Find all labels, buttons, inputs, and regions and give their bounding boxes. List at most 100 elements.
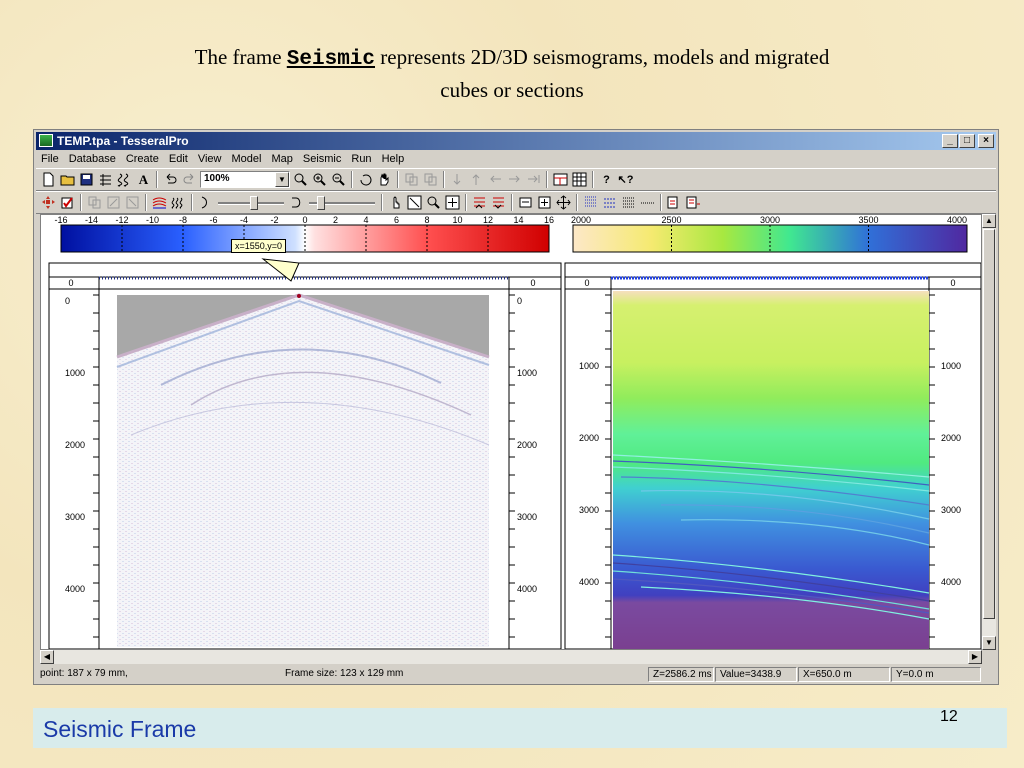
magnifier-icon[interactable] bbox=[425, 194, 442, 211]
crosshair-icon[interactable] bbox=[444, 194, 461, 211]
move-left-icon[interactable] bbox=[487, 171, 504, 188]
gain-slider[interactable] bbox=[216, 194, 286, 211]
status-point: point: 187 x 79 mm, bbox=[40, 668, 128, 679]
move-down-icon[interactable] bbox=[449, 171, 466, 188]
gain-icon[interactable] bbox=[197, 194, 214, 211]
pointer-hand-icon[interactable] bbox=[387, 194, 404, 211]
model-depth-label-left: 3000 bbox=[579, 505, 599, 515]
clip-icon[interactable] bbox=[288, 194, 305, 211]
vertical-scroll-thumb[interactable] bbox=[983, 229, 995, 619]
scroll-right-icon[interactable]: ▶ bbox=[968, 650, 982, 664]
menu-run[interactable]: Run bbox=[346, 151, 376, 168]
velocity-tick-label: 2500 bbox=[661, 215, 681, 225]
model-depth-label-left: 2000 bbox=[579, 433, 599, 443]
paste-icon[interactable] bbox=[422, 171, 439, 188]
menu-file[interactable]: File bbox=[36, 151, 64, 168]
zoom-in-icon[interactable] bbox=[311, 171, 328, 188]
model-depth-label-right: 1000 bbox=[941, 361, 961, 371]
help-icon[interactable]: ? bbox=[598, 171, 615, 188]
menu-create[interactable]: Create bbox=[121, 151, 164, 168]
undo-icon[interactable] bbox=[162, 171, 179, 188]
shot-forward-icon[interactable] bbox=[471, 194, 488, 211]
maximize-button[interactable]: □ bbox=[959, 134, 975, 148]
copy-icon[interactable] bbox=[403, 171, 420, 188]
properties-icon[interactable] bbox=[685, 194, 702, 211]
dotted-line-icon[interactable] bbox=[639, 194, 656, 211]
clip-slider-thumb[interactable] bbox=[317, 196, 325, 210]
new-file-icon[interactable] bbox=[40, 171, 57, 188]
amplitude-tick-label: -6 bbox=[209, 215, 217, 225]
move-end-icon[interactable] bbox=[525, 171, 542, 188]
window-titlebar[interactable]: TEMP.tpa - TesseralPro _ □ × bbox=[36, 132, 996, 150]
seismic-frame-canvas[interactable]: -16 -14 -12 -10 -8 -6 -4 -2 0 2 4 6 8 10 12 14 16 0 0 00… bbox=[41, 215, 981, 649]
select-tool-icon[interactable] bbox=[40, 194, 57, 211]
save-icon[interactable] bbox=[78, 171, 95, 188]
frame-layout-icon[interactable] bbox=[552, 171, 569, 188]
toolbar-separator bbox=[576, 194, 578, 211]
move-right-icon[interactable] bbox=[506, 171, 523, 188]
wave-icon[interactable] bbox=[116, 171, 133, 188]
amplitude-tick-label: -2 bbox=[270, 215, 278, 225]
chevron-down-icon[interactable]: ▼ bbox=[275, 172, 289, 187]
menu-seismic[interactable]: Seismic bbox=[298, 151, 347, 168]
close-button[interactable]: × bbox=[978, 134, 994, 148]
amplitude-tick-label: -4 bbox=[240, 215, 248, 225]
seismic-depth-label-right: 1000 bbox=[517, 368, 537, 378]
menu-view[interactable]: View bbox=[193, 151, 227, 168]
check-icon[interactable] bbox=[59, 194, 76, 211]
context-help-icon[interactable]: ↖? bbox=[617, 171, 634, 188]
main-toolbar: A 100% ▼ ? ↖? bbox=[36, 168, 996, 191]
expand-icon[interactable] bbox=[536, 194, 553, 211]
dense-grid-icon[interactable] bbox=[620, 194, 637, 211]
pan-hand-icon[interactable] bbox=[376, 171, 393, 188]
toolbar-separator bbox=[397, 171, 399, 188]
move-all-icon[interactable] bbox=[555, 194, 572, 211]
move-up-icon[interactable] bbox=[468, 171, 485, 188]
zoom-fit-icon[interactable] bbox=[292, 171, 309, 188]
model-depth-label-left: 1000 bbox=[579, 361, 599, 371]
rotate-icon[interactable] bbox=[357, 171, 374, 188]
export-icon[interactable] bbox=[666, 194, 683, 211]
text-icon[interactable]: A bbox=[135, 171, 152, 188]
bars-grid-icon[interactable] bbox=[601, 194, 618, 211]
vertical-scrollbar[interactable]: ▲ ▼ bbox=[982, 214, 996, 650]
frame-client-area[interactable]: -16 -14 -12 -10 -8 -6 -4 -2 0 2 4 6 8 10 12 14 16 0 0 00… bbox=[40, 214, 982, 650]
toolbar-separator bbox=[145, 194, 147, 211]
transform-icon[interactable] bbox=[105, 194, 122, 211]
layers-icon[interactable] bbox=[97, 171, 114, 188]
menu-model[interactable]: Model bbox=[226, 151, 266, 168]
line-tool-icon[interactable] bbox=[406, 194, 423, 211]
scroll-up-icon[interactable]: ▲ bbox=[982, 214, 996, 228]
title-prefix: The frame bbox=[194, 45, 282, 69]
clip-slider[interactable] bbox=[307, 194, 377, 211]
toolbar-separator bbox=[465, 194, 467, 211]
menu-map[interactable]: Map bbox=[266, 151, 297, 168]
status-x: X=650.0 m bbox=[798, 667, 890, 682]
redo-icon[interactable] bbox=[181, 171, 198, 188]
shot-back-icon[interactable] bbox=[490, 194, 507, 211]
menu-help[interactable]: Help bbox=[377, 151, 410, 168]
wavefield-icon[interactable] bbox=[151, 194, 168, 211]
duplicate-icon[interactable] bbox=[86, 194, 103, 211]
status-bar: point: 187 x 79 mm, Frame size: 123 x 12… bbox=[36, 666, 996, 683]
scale-icon[interactable] bbox=[124, 194, 141, 211]
title-keyword: Seismic bbox=[286, 48, 375, 71]
model-top-label-left: 0 bbox=[584, 278, 589, 288]
minimize-button[interactable]: _ bbox=[942, 134, 958, 148]
scroll-down-icon[interactable]: ▼ bbox=[982, 636, 996, 650]
zoom-select[interactable]: 100% ▼ bbox=[200, 171, 290, 188]
toolbar-separator bbox=[351, 171, 353, 188]
zoom-out-icon[interactable] bbox=[330, 171, 347, 188]
gain-slider-thumb[interactable] bbox=[250, 196, 258, 210]
open-folder-icon[interactable] bbox=[59, 171, 76, 188]
scroll-left-icon[interactable]: ◀ bbox=[40, 650, 54, 664]
menu-edit[interactable]: Edit bbox=[164, 151, 193, 168]
horizontal-scrollbar[interactable]: ◀ ▶ bbox=[40, 650, 982, 664]
menu-database[interactable]: Database bbox=[64, 151, 121, 168]
seismic-depth-label-left: 2000 bbox=[65, 440, 85, 450]
traces-icon[interactable] bbox=[170, 194, 187, 211]
grid-icon[interactable] bbox=[571, 171, 588, 188]
amplitude-tick-label: 10 bbox=[452, 215, 462, 225]
dots-grid-icon[interactable] bbox=[582, 194, 599, 211]
frame-icon[interactable] bbox=[517, 194, 534, 211]
